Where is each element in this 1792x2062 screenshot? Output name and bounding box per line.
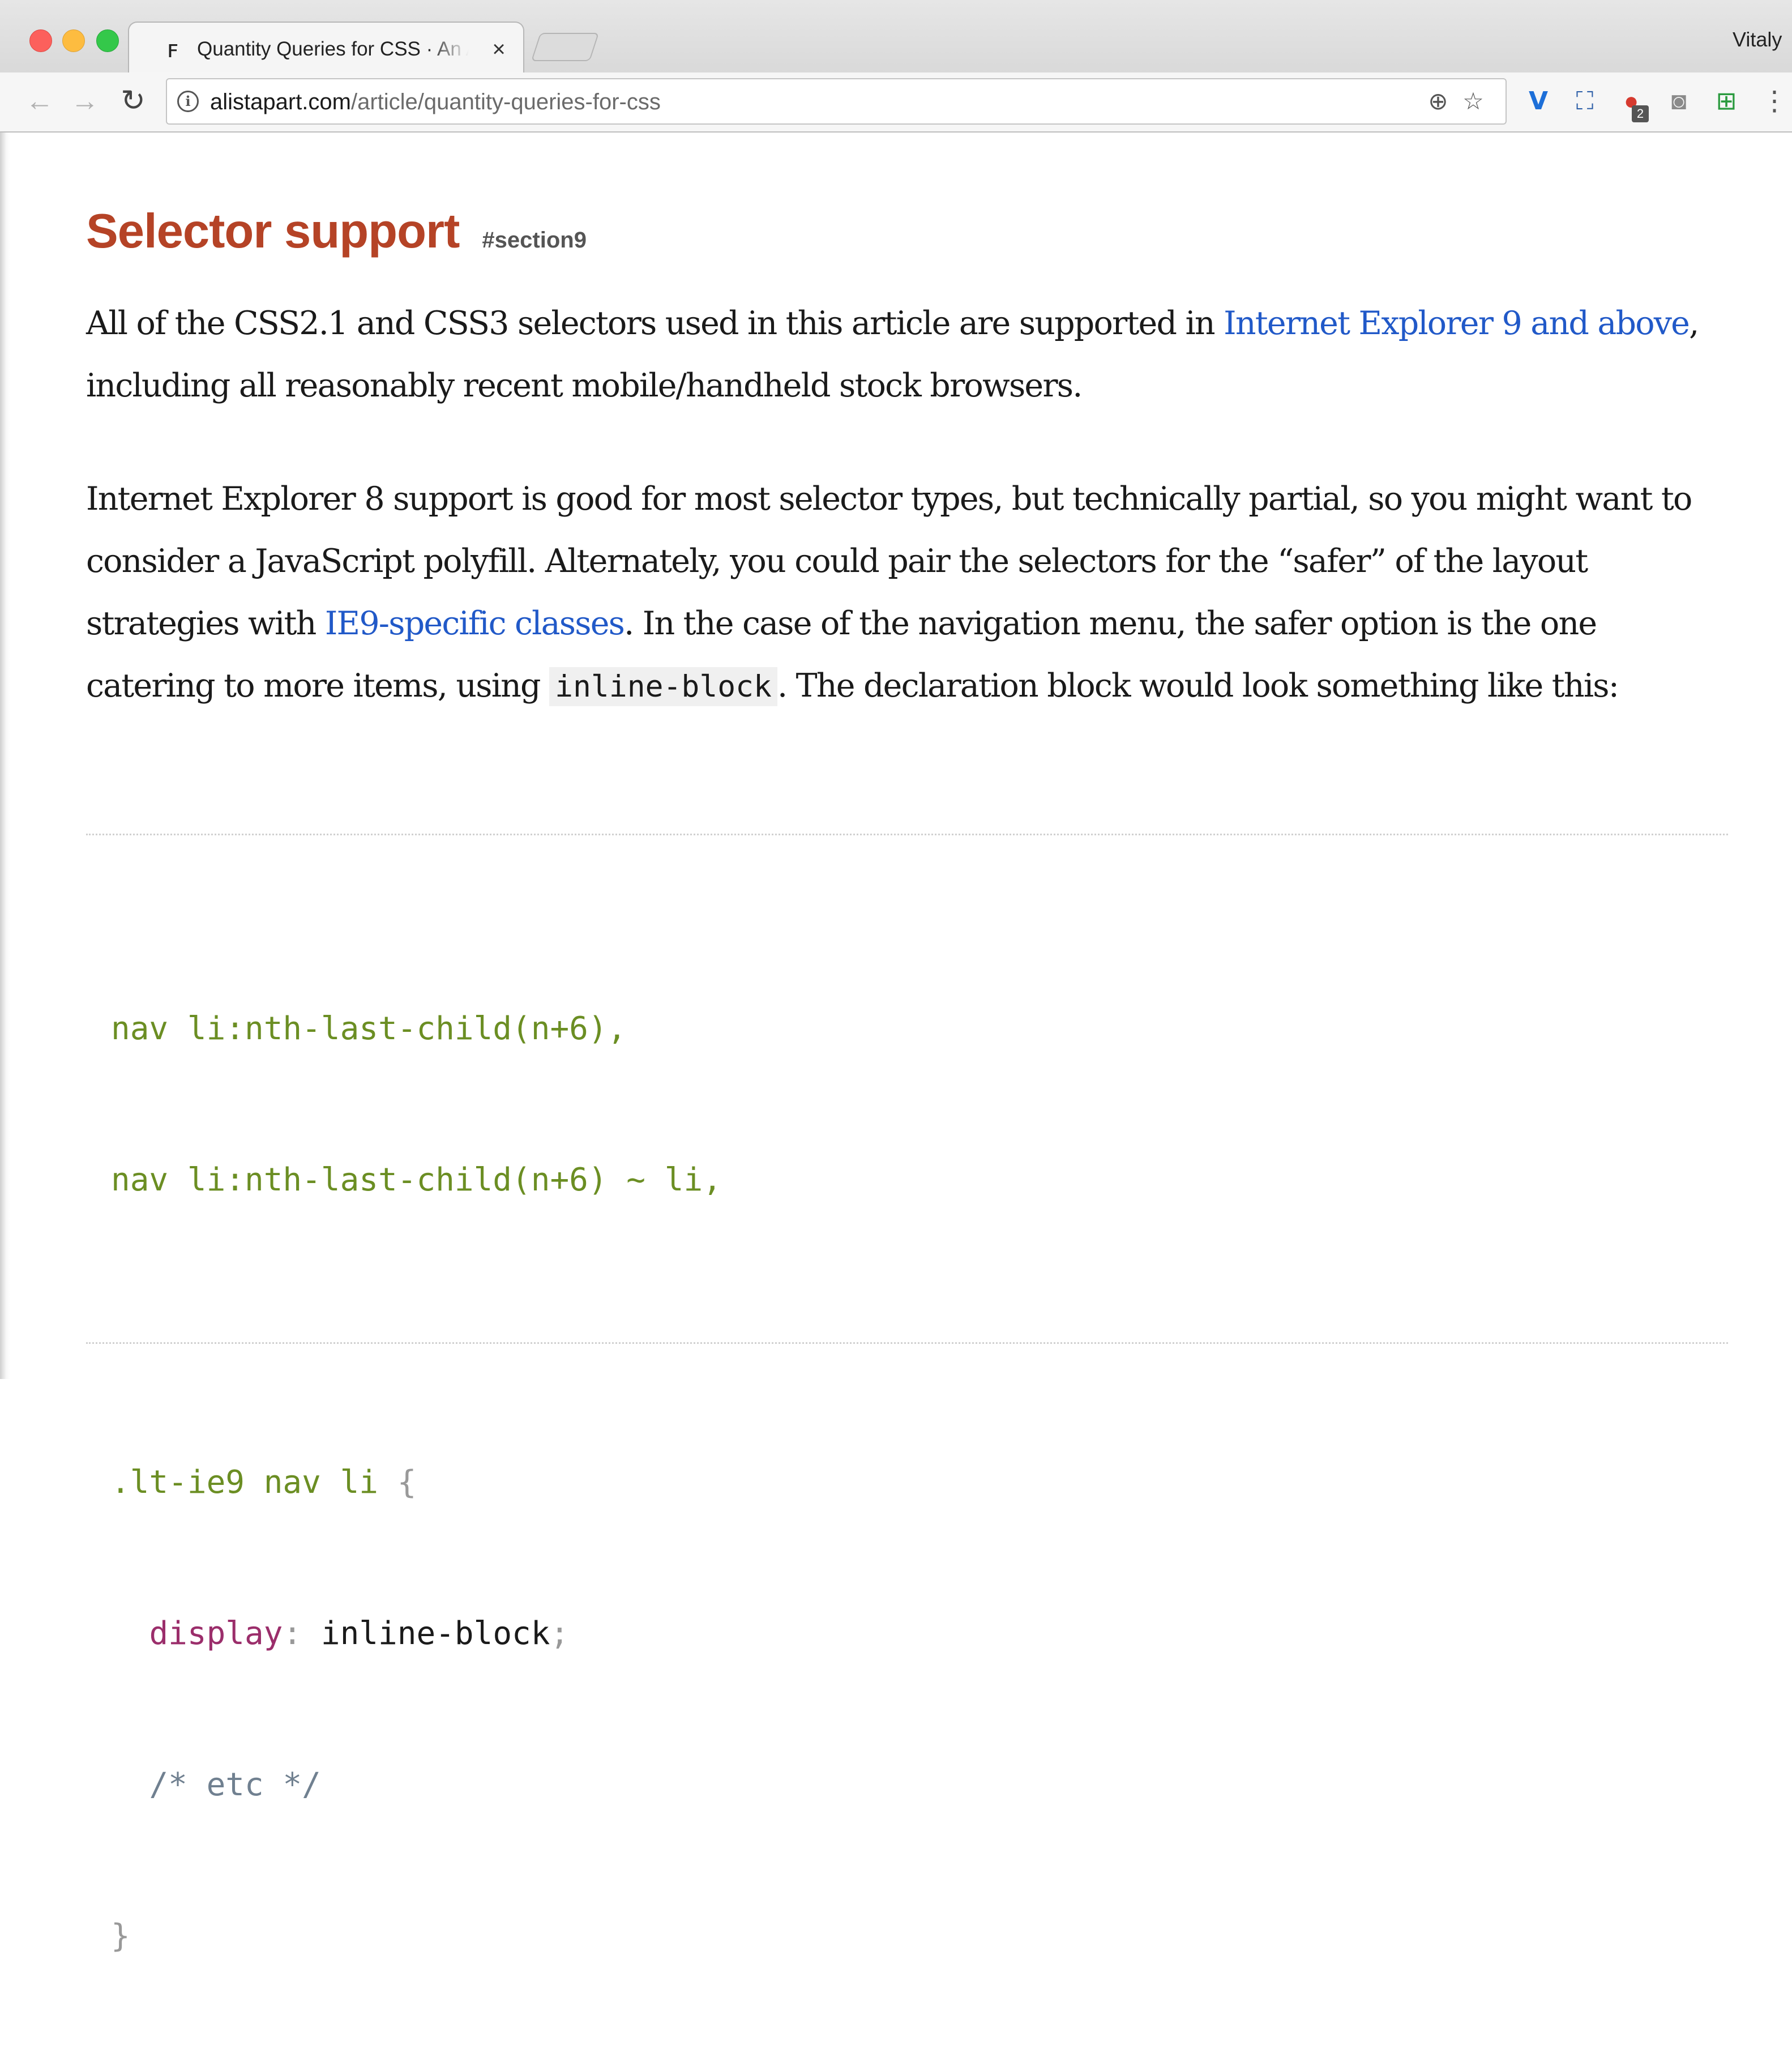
code-line: nav li:nth-last-child(n+6) ~ li, [111, 1155, 1696, 1205]
ie9-classes-link[interactable]: IE9-specific classes [325, 605, 625, 642]
inline-code: inline-block [549, 667, 777, 706]
paragraph-ie8-support: Internet Explorer 8 support is good for … [86, 468, 1728, 718]
forward-arrow-icon[interactable]: → [68, 84, 102, 118]
close-window-button[interactable] [29, 29, 52, 52]
ie9-support-link[interactable]: Internet Explorer 9 and above [1224, 305, 1690, 342]
code-line: .lt-ie9 nav li { [111, 1457, 1696, 1508]
divider [86, 834, 1728, 835]
browser-chrome: ꜰ Quantity Queries for CSS · An A × Vita… [0, 0, 1792, 133]
site-favicon-icon: ꜰ [166, 36, 179, 62]
code-colon: : [283, 1615, 302, 1652]
code-brace: { [397, 1464, 417, 1501]
reload-icon[interactable]: ↻ [116, 84, 150, 118]
code-line: nav li:nth-last-child(n+6), [111, 1004, 1696, 1054]
code-block: nav li:nth-last-child(n+6), nav li:nth-l… [111, 903, 1696, 2062]
page-edge [0, 133, 10, 1379]
url-host: alistapart.com [210, 89, 351, 114]
back-arrow-icon[interactable]: ← [23, 84, 57, 118]
site-info-icon[interactable]: i [177, 91, 199, 112]
zoom-icon[interactable]: ⊕ [1424, 87, 1452, 116]
bookmark-star-icon[interactable]: ☆ [1459, 87, 1487, 116]
minimize-window-button[interactable] [62, 29, 85, 52]
new-tab-button[interactable] [531, 33, 600, 61]
code-line: display: inline-block; [111, 1608, 1696, 1659]
tab-strip: ꜰ Quantity Queries for CSS · An A × Vita… [0, 0, 1792, 74]
tab-active[interactable]: ꜰ Quantity Queries for CSS · An A × [128, 22, 524, 74]
paragraph-selector-support: All of the CSS2.1 and CSS3 selectors use… [86, 292, 1728, 417]
code-line: } [111, 1911, 1696, 1961]
p1-text-before: All of the CSS2.1 and CSS3 selectors use… [86, 305, 1224, 342]
tab-title: Quantity Queries for CSS · An A [197, 38, 469, 60]
code-semicolon: ; [550, 1615, 570, 1652]
browser-menu-icon[interactable]: ⋮ [1758, 85, 1791, 118]
plus-extension-icon[interactable]: ⊞ [1710, 85, 1743, 118]
url-path: /article/quantity-queries-for-css [350, 89, 661, 114]
code-brace: } [111, 1918, 130, 1954]
p2-text-after: . The declaration block would look somet… [777, 667, 1619, 705]
code-line: /* etc */ [111, 1760, 1696, 1810]
camera-extension-icon[interactable]: ◙ [1662, 85, 1695, 118]
code-selector: .lt-ie9 nav li [111, 1464, 397, 1501]
code-value: inline-block [302, 1615, 550, 1652]
section-anchor-link[interactable]: #section9 [482, 228, 587, 253]
extension-badge: 2 [1632, 105, 1649, 122]
code-comment: /* etc */ [149, 1766, 321, 1803]
divider [86, 1342, 1728, 1344]
url-text[interactable]: alistapart.com/article/quantity-queries-… [210, 87, 661, 117]
section-heading: Selector support #section9 [86, 204, 587, 259]
code-selector: nav li:nth-last-child(n+6) ~ li, [111, 1162, 722, 1198]
tab-close-icon[interactable]: × [485, 35, 513, 63]
section-title: Selector support [86, 204, 460, 258]
profile-name[interactable]: Vitaly [1733, 23, 1792, 57]
maximize-window-button[interactable] [96, 29, 119, 52]
vimium-extension-icon[interactable]: V [1522, 85, 1555, 118]
toolbar: ← → ↻ i alistapart.com/article/quantity-… [0, 72, 1792, 133]
code-property: display [149, 1615, 283, 1652]
code-selector: nav li:nth-last-child(n+6), [111, 1010, 627, 1047]
address-bar[interactable]: i alistapart.com/article/quantity-querie… [166, 78, 1507, 125]
screenshot-extension-icon[interactable]: ⛶ [1568, 85, 1601, 118]
